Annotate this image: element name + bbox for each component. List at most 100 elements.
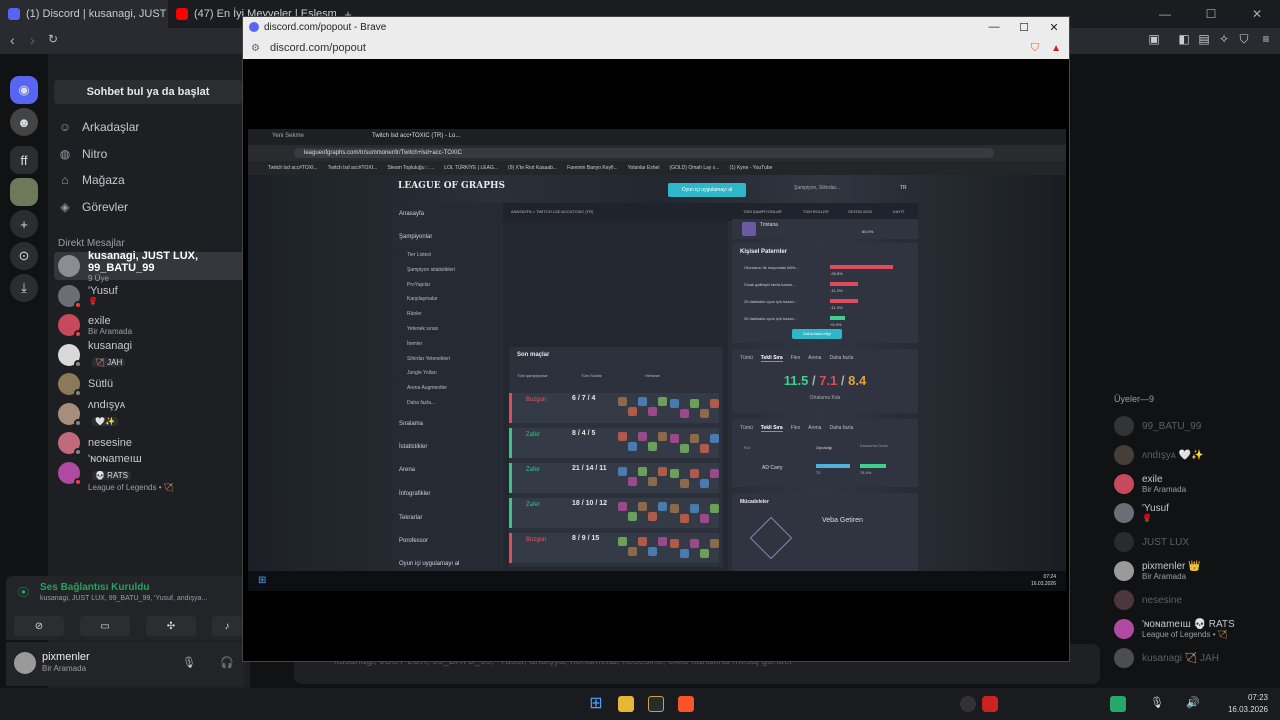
pattern-label: Sıcak galibiyet serisi kazan... (744, 282, 796, 287)
avatar[interactable] (14, 652, 36, 674)
dm-text: 'Yusuf 🌹 (88, 285, 118, 306)
server-ff-icon[interactable]: ff (10, 146, 38, 174)
dm-item[interactable]: kusanagi, JUST LUX, 99_BATU_99 9 Üye (54, 250, 250, 283)
member-item[interactable]: kusanagi 🏹 JAH (1114, 648, 1219, 668)
nav-shop[interactable]: ⌂ Mağaza (58, 173, 124, 187)
champion-icon (690, 504, 699, 513)
video-off-button[interactable]: ⊘ (14, 616, 64, 636)
dm-item[interactable]: Sütlü (54, 370, 250, 398)
tray-record-icon[interactable] (982, 696, 998, 712)
nav-nitro[interactable]: ◍ Nitro (58, 147, 108, 161)
quests-icon: ◈ (60, 200, 70, 214)
voice-connection-panel: ⦿ Ses Bağlantısı Kuruldu kusanagi, JUST … (6, 576, 244, 640)
champion-icon (658, 397, 667, 406)
brave-rewards-icon[interactable]: ▲ (1051, 43, 1061, 54)
member-item[interactable]: ᴧndışyᴀ 🤍✨ (1114, 445, 1204, 465)
maximize-button[interactable]: ☐ (1009, 17, 1039, 37)
dm-item[interactable]: 'Yusuf 🌹 (54, 282, 250, 310)
windows-start-icon[interactable]: ⊞ (588, 696, 604, 712)
champion-icon (648, 407, 657, 416)
dm-tag: 🤍✨ (92, 416, 118, 426)
member-item[interactable]: 'ɴoɴameıш 💀 RATS League of Legends • 🏹 (1114, 619, 1235, 639)
maximize-button[interactable]: ☐ (1188, 0, 1234, 28)
server-image-icon[interactable] (10, 178, 38, 206)
taskbar-clock[interactable]: 07:23 16.03.2026 (1228, 692, 1268, 716)
nav-quests[interactable]: ◈ Görevler (58, 200, 128, 214)
champion-icon (628, 407, 637, 416)
champ-pct: 60.0% (862, 229, 874, 234)
champion-icon (700, 479, 709, 488)
menu-icon[interactable]: ≡ (1258, 32, 1274, 48)
forward-icon[interactable]: › (30, 32, 35, 48)
tray-nvidia-icon[interactable] (1110, 696, 1126, 712)
role-col: Rol (744, 445, 751, 450)
download-icon[interactable]: ⤓ (10, 274, 38, 302)
soundboard-button[interactable]: ♪ (212, 616, 242, 636)
member-item[interactable]: 'Yusuf 🌹 (1114, 503, 1169, 523)
bookmark: Steam Topluluğu :: ... (387, 165, 435, 171)
microphone-icon[interactable]: 🎙 (182, 656, 196, 669)
champion-icon (690, 399, 699, 408)
close-window-button[interactable]: ✕ (1039, 17, 1069, 37)
stat-tab: Flex (790, 355, 801, 361)
tray-app-icon[interactable] (960, 696, 976, 712)
dm-name: ᴧndışyᴀ (88, 398, 126, 411)
kda-panel: Tümü Tekli Sıra Flex Arena Daha fazla 11.5 /… (732, 349, 918, 413)
find-conversation-button[interactable]: Sohbet bul ya da başlat (54, 80, 242, 104)
site-settings-icon[interactable]: ⚙ (251, 43, 260, 54)
screenshot-icon[interactable]: ▣ (1146, 32, 1162, 48)
activities-button[interactable]: ✣ (146, 616, 196, 636)
minimize-button[interactable]: — (1142, 0, 1188, 28)
sidebar-icon[interactable]: ◧ (1176, 32, 1192, 48)
popout-window: discord.com/popout - Brave — ☐ ✕ ⚙ disco… (242, 16, 1070, 662)
avatar (1114, 648, 1134, 668)
microphone-icon[interactable]: 🎙 (1150, 696, 1166, 712)
nav-friends[interactable]: ☺ Arkadaşlar (58, 120, 140, 134)
lg-nav-item: İnfografikler (399, 491, 431, 497)
leo-ai-icon[interactable]: ✧ (1216, 32, 1232, 48)
member-item[interactable]: nesesine (1114, 590, 1182, 610)
add-server-icon[interactable]: + (10, 210, 38, 238)
windows-taskbar: ⊞ 🎙 🔊 07:23 16.03.2026 (0, 688, 1280, 720)
bookmark: (GOLD) Omah Lay x... (669, 165, 720, 171)
voice-status: Ses Bağlantısı Kuruldu (40, 582, 150, 593)
discover-icon[interactable]: ⊙ (10, 242, 38, 270)
close-window-button[interactable]: ✕ (1234, 0, 1280, 28)
member-item[interactable]: pixmenler 👑 Bir Aramada (1114, 561, 1201, 581)
screen-share-button[interactable]: ▭ (80, 616, 130, 636)
stream-screen[interactable]: Yeni Sekme Twitch lsd acc•TOXIC (TR) - L… (248, 129, 1066, 591)
volume-icon[interactable]: 🔊 (1186, 696, 1202, 712)
dm-item[interactable]: ᴧndışyᴀ 🤍✨ (54, 398, 250, 428)
kda-kills: 11.5 (783, 373, 809, 388)
vpn-shield-icon[interactable]: ⛉ (1236, 32, 1252, 48)
dm-item[interactable]: exile Bir Aramada (54, 311, 250, 339)
headphones-icon[interactable]: 🎧 (220, 656, 234, 669)
winrate-bar (860, 464, 886, 468)
dm-sub: League of Legends • 🏹 (88, 483, 174, 492)
dm-item[interactable]: kusanagi 🏹 JAH (54, 340, 250, 369)
member-name: 'ɴoɴameıш 💀 RATS (1142, 619, 1235, 630)
kda-label: Ortalama Kda (809, 395, 841, 401)
back-icon[interactable]: ‹ (10, 32, 15, 48)
match-kda: 8 / 9 / 15 (572, 535, 600, 542)
reload-icon[interactable]: ↻ (48, 32, 58, 46)
member-item[interactable]: JUST LUX (1114, 532, 1189, 552)
avatar (58, 255, 80, 277)
popout-url[interactable]: discord.com/popout (270, 42, 366, 54)
champion-icon (628, 512, 637, 521)
lg-nav-item: Şampiyonlar (399, 234, 433, 240)
brave-browser-icon[interactable] (678, 696, 694, 712)
brave-shield-icon[interactable]: ⛉ (1031, 42, 1039, 55)
league-client-icon[interactable] (648, 696, 664, 712)
minimize-button[interactable]: — (979, 17, 1009, 37)
browser-tab-discord[interactable]: (1) Discord | kusanagi, JUST L... ✕ (0, 0, 168, 28)
discord-home-icon[interactable]: ◉ (10, 76, 38, 104)
stat-tab: Daha fazla (829, 425, 854, 431)
dm-item[interactable]: 'ɴoɴameıш 💀 RATS League of Legends • 🏹 (54, 453, 250, 492)
lg-subnav-item: Daha fazla... (407, 400, 436, 406)
file-explorer-icon[interactable] (618, 696, 634, 712)
member-item[interactable]: exile Bir Aramada (1114, 474, 1186, 494)
dm-avatar-icon[interactable]: ☻ (10, 108, 38, 136)
wallet-icon[interactable]: ▤ (1196, 32, 1212, 48)
member-item[interactable]: 99_BATU_99 (1114, 416, 1201, 436)
